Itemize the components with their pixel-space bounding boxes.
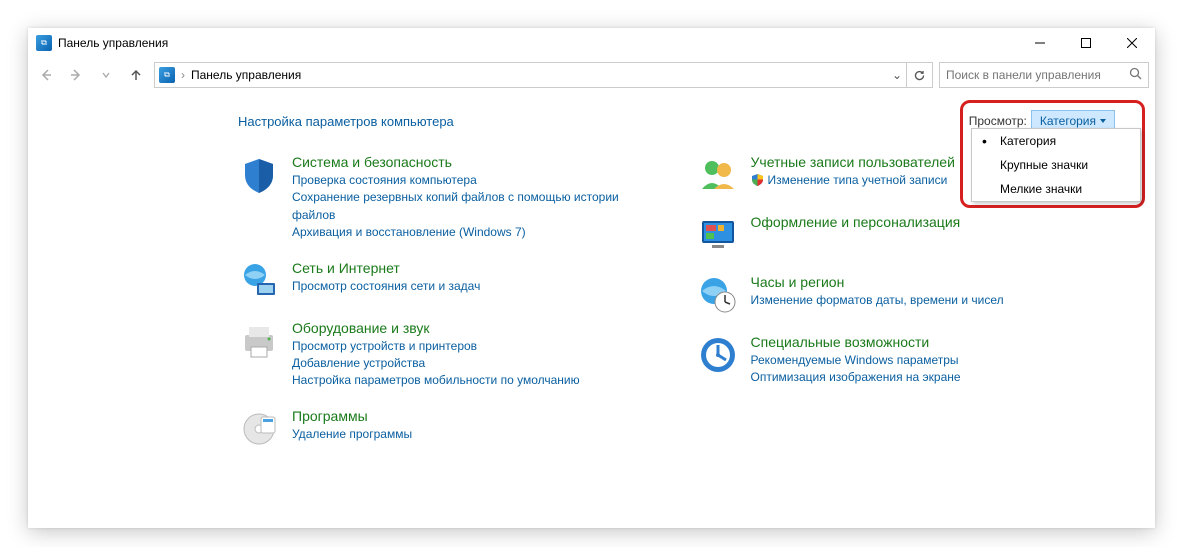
category-link[interactable]: Архивация и восстановление (Windows 7) xyxy=(292,224,657,241)
search-input[interactable] xyxy=(946,68,1129,82)
category-link[interactable]: Добавление устройства xyxy=(292,355,580,372)
refresh-button[interactable] xyxy=(907,62,933,88)
chevron-down-icon[interactable]: ⌄ xyxy=(892,68,902,82)
users-icon xyxy=(697,154,739,196)
category-title[interactable]: Специальные возможности xyxy=(751,334,961,350)
up-button[interactable] xyxy=(124,63,148,87)
search-box[interactable] xyxy=(939,62,1149,88)
search-icon[interactable] xyxy=(1129,67,1142,83)
control-panel-icon: ⧉ xyxy=(36,35,52,51)
chevron-right-icon: › xyxy=(181,68,185,82)
titlebar: ⧉ Панель управления xyxy=(28,28,1155,58)
breadcrumb[interactable]: Панель управления xyxy=(191,68,301,82)
category-title[interactable]: Учетные записи пользователей xyxy=(751,154,955,170)
category-hardware: Оборудование и звук Просмотр устройств и… xyxy=(238,320,657,390)
category-title[interactable]: Система и безопасность xyxy=(292,154,657,170)
view-label: Просмотр: xyxy=(969,114,1027,128)
page-title: Настройка параметров компьютера xyxy=(238,114,454,129)
category-title[interactable]: Оформление и персонализация xyxy=(751,214,961,230)
chevron-down-icon xyxy=(1100,119,1106,123)
clock-globe-icon xyxy=(697,274,739,316)
close-button[interactable] xyxy=(1109,28,1155,58)
category-network: Сеть и Интернет Просмотр состояния сети … xyxy=(238,260,657,302)
view-mode-menu: Категория Крупные значки Мелкие значки xyxy=(971,128,1141,202)
category-link[interactable]: Рекомендуемые Windows параметры xyxy=(751,352,961,369)
category-accessibility: Специальные возможности Рекомендуемые Wi… xyxy=(697,334,1116,387)
category-link[interactable]: Сохранение резервных копий файлов с помо… xyxy=(292,189,657,224)
uac-shield-icon xyxy=(751,173,764,189)
category-title[interactable]: Оборудование и звук xyxy=(292,320,580,336)
category-link[interactable]: Изменение типа учетной записи xyxy=(768,172,948,189)
maximize-button[interactable] xyxy=(1063,28,1109,58)
category-personalization: Оформление и персонализация xyxy=(697,214,1116,256)
category-link[interactable]: Настройка параметров мобильности по умол… xyxy=(292,372,580,389)
recent-dropdown[interactable] xyxy=(94,63,118,87)
main-content: Настройка параметров компьютера Просмотр… xyxy=(28,92,1155,528)
category-link[interactable]: Просмотр состояния сети и задач xyxy=(292,278,480,295)
category-clock-region: Часы и регион Изменение форматов даты, в… xyxy=(697,274,1116,316)
category-title[interactable]: Сеть и Интернет xyxy=(292,260,480,276)
printer-icon xyxy=(238,320,280,362)
accessibility-icon xyxy=(697,334,739,376)
category-link[interactable]: Оптимизация изображения на экране xyxy=(751,369,961,386)
window-title: Панель управления xyxy=(58,36,168,50)
view-option-large[interactable]: Крупные значки xyxy=(972,153,1140,177)
category-link[interactable]: Удаление программы xyxy=(292,426,412,443)
navigation-bar: ⧉ › Панель управления ⌄ xyxy=(28,58,1155,92)
monitor-icon xyxy=(697,214,739,256)
category-link[interactable]: Изменение форматов даты, времени и чисел xyxy=(751,292,1004,309)
category-title[interactable]: Часы и регион xyxy=(751,274,1004,290)
category-title[interactable]: Программы xyxy=(292,408,412,424)
forward-button[interactable] xyxy=(64,63,88,87)
category-programs: Программы Удаление программы xyxy=(238,408,657,450)
category-link[interactable]: Проверка состояния компьютера xyxy=(292,172,657,189)
address-bar[interactable]: ⧉ › Панель управления ⌄ xyxy=(154,62,907,88)
view-option-small[interactable]: Мелкие значки xyxy=(972,177,1140,201)
back-button[interactable] xyxy=(34,63,58,87)
disc-icon xyxy=(238,408,280,450)
minimize-button[interactable] xyxy=(1017,28,1063,58)
control-panel-icon: ⧉ xyxy=(159,67,175,83)
category-system-security: Система и безопасность Проверка состояни… xyxy=(238,154,657,242)
view-option-category[interactable]: Категория xyxy=(972,129,1140,153)
globe-icon xyxy=(238,260,280,302)
category-link[interactable]: Просмотр устройств и принтеров xyxy=(292,338,580,355)
shield-icon xyxy=(238,154,280,196)
